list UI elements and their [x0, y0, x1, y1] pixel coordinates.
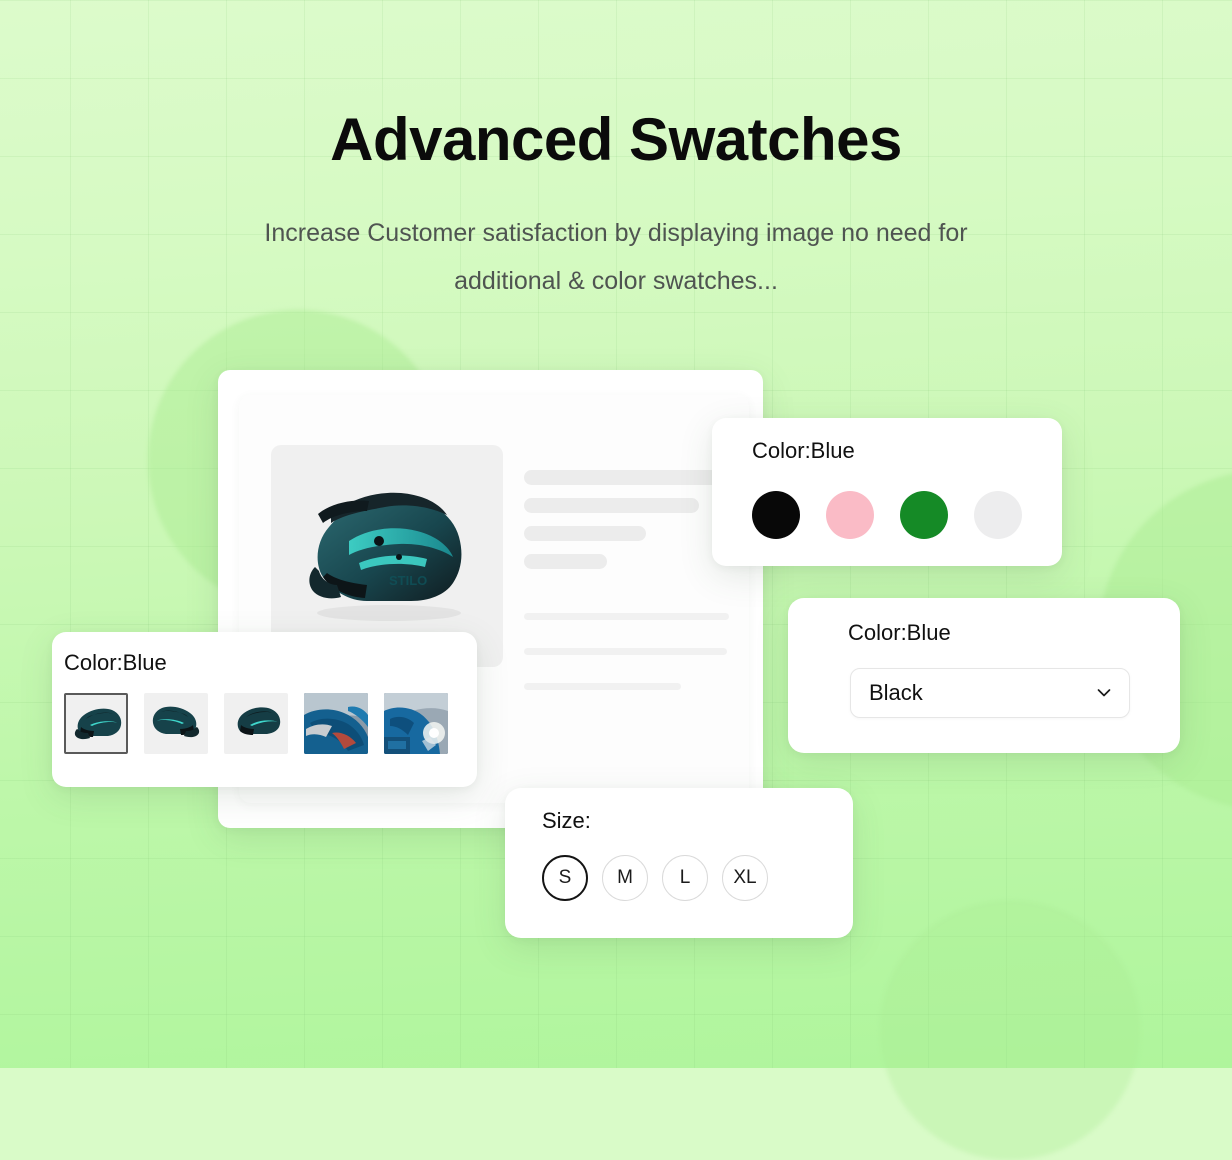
thumbnail-rider-photo-1[interactable]	[304, 693, 368, 754]
skeleton-line	[524, 613, 729, 620]
skeleton-line	[524, 683, 681, 690]
image-swatch-label: Color:Blue	[64, 650, 167, 675]
rider-photo-thumb	[384, 693, 448, 754]
size-option-s[interactable]: S	[542, 855, 588, 901]
skeleton-line	[524, 648, 727, 655]
thumbnail-helmet-right-view[interactable]	[144, 693, 208, 754]
svg-text:STILO: STILO	[389, 573, 427, 588]
size-option-l[interactable]: L	[662, 855, 708, 901]
thumbnail-helmet-left-view[interactable]	[64, 693, 128, 754]
color-swatch-pink[interactable]	[826, 491, 874, 539]
page-title: Advanced Swatches	[330, 106, 902, 173]
helmet-thumb-icon	[237, 707, 281, 735]
color-swatch-light-gray[interactable]	[974, 491, 1022, 539]
dropdown-selected-value: Black	[869, 680, 923, 705]
dropdown-label: Color:Blue	[848, 620, 951, 645]
size-option-list: S M L XL	[542, 855, 768, 901]
skeleton-bar	[524, 526, 646, 541]
decorative-circle-bottom	[880, 900, 1140, 1160]
thumbnail-rider-photo-2[interactable]	[384, 693, 448, 754]
skeleton-bar	[524, 470, 729, 485]
product-description-skeleton	[524, 613, 739, 718]
size-label: Size:	[542, 808, 591, 833]
color-swatch-green[interactable]	[900, 491, 948, 539]
image-swatch-list	[64, 693, 448, 754]
helmet-thumb-icon	[74, 708, 122, 740]
page-header: Advanced Swatches Increase Customer sati…	[0, 0, 1232, 305]
size-selector-card: Size: S M L XL	[505, 788, 853, 938]
image-swatch-card: Color:Blue	[52, 632, 477, 787]
color-circle-list	[752, 491, 1022, 539]
color-circle-label: Color:Blue	[752, 438, 855, 463]
product-title-skeleton	[524, 470, 734, 582]
skeleton-bar	[524, 554, 607, 569]
page-subtitle: Increase Customer satisfaction by displa…	[264, 219, 968, 295]
color-swatch-black[interactable]	[752, 491, 800, 539]
size-option-xl[interactable]: XL	[722, 855, 768, 901]
thumbnail-helmet-angle-view[interactable]	[224, 693, 288, 754]
size-option-m[interactable]: M	[602, 855, 648, 901]
color-dropdown-select[interactable]: Black	[850, 668, 1130, 718]
skeleton-bar	[524, 498, 699, 513]
color-circle-swatch-card: Color:Blue	[712, 418, 1062, 566]
rider-photo-thumb	[304, 693, 368, 754]
color-dropdown-card: Color:Blue Black	[788, 598, 1180, 753]
helmet-thumb-icon	[152, 706, 200, 738]
chevron-down-icon	[1095, 684, 1113, 702]
